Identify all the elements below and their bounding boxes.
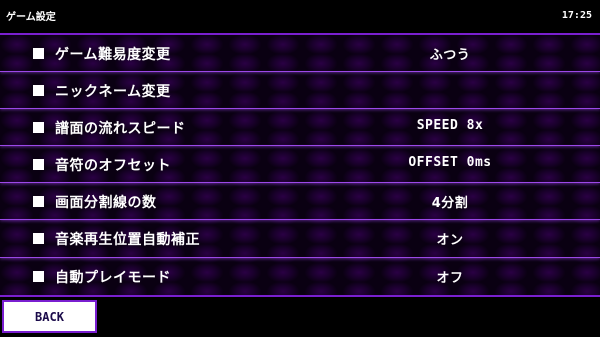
checkbox-icon [33,159,44,171]
setting-row-autoplay[interactable]: 自動プレイモード オフ [0,258,600,295]
setting-value: オフ [436,270,464,286]
setting-row-difficulty[interactable]: ゲーム難易度変更 ふつう [0,35,600,73]
setting-value: オン [436,233,464,249]
setting-label: 自動プレイモード [55,269,171,286]
setting-label: ニックネーム変更 [55,84,171,101]
setting-label: 音符のオフセット [55,158,171,175]
setting-row-divider-lines[interactable]: 画面分割線の数 4分割 [0,183,600,221]
checkbox-icon [33,196,44,208]
setting-row-speed[interactable]: 譜面の流れスピード SPEED 8x [0,109,600,147]
setting-label: ゲーム難易度変更 [55,47,171,63]
checkbox-icon [33,270,44,282]
setting-value: OFFSET 0ms [408,155,492,171]
top-bar: ゲーム設定 17:25 [0,0,600,33]
bottom-bar: BACK [0,297,600,337]
screen-title: ゲーム設定 [6,12,56,23]
setting-value: 4分割 [431,196,469,212]
setting-row-auto-correction[interactable]: 音楽再生位置自動補正 オン [0,220,600,258]
checkbox-icon [33,85,44,97]
back-button: BACK [2,300,97,333]
setting-label: 画面分割線の数 [55,195,157,212]
checkbox-icon [33,233,44,245]
setting-row-offset[interactable]: 音符のオフセット OFFSET 0ms [0,146,600,184]
checkbox-icon [33,122,44,134]
setting-value: SPEED 8x [416,118,484,134]
setting-row-nickname[interactable]: ニックネーム変更 [0,72,600,110]
clock: 17:25 [561,10,592,21]
setting-value: ふつう [429,48,471,63]
settings-list: ゲーム難易度変更 ふつう ニックネーム変更 譜面の流れスピード SPEED 8x… [0,33,600,297]
setting-label: 譜面の流れスピード [55,121,186,138]
setting-label: 音楽再生位置自動補正 [55,232,200,249]
checkbox-icon [33,48,44,59]
